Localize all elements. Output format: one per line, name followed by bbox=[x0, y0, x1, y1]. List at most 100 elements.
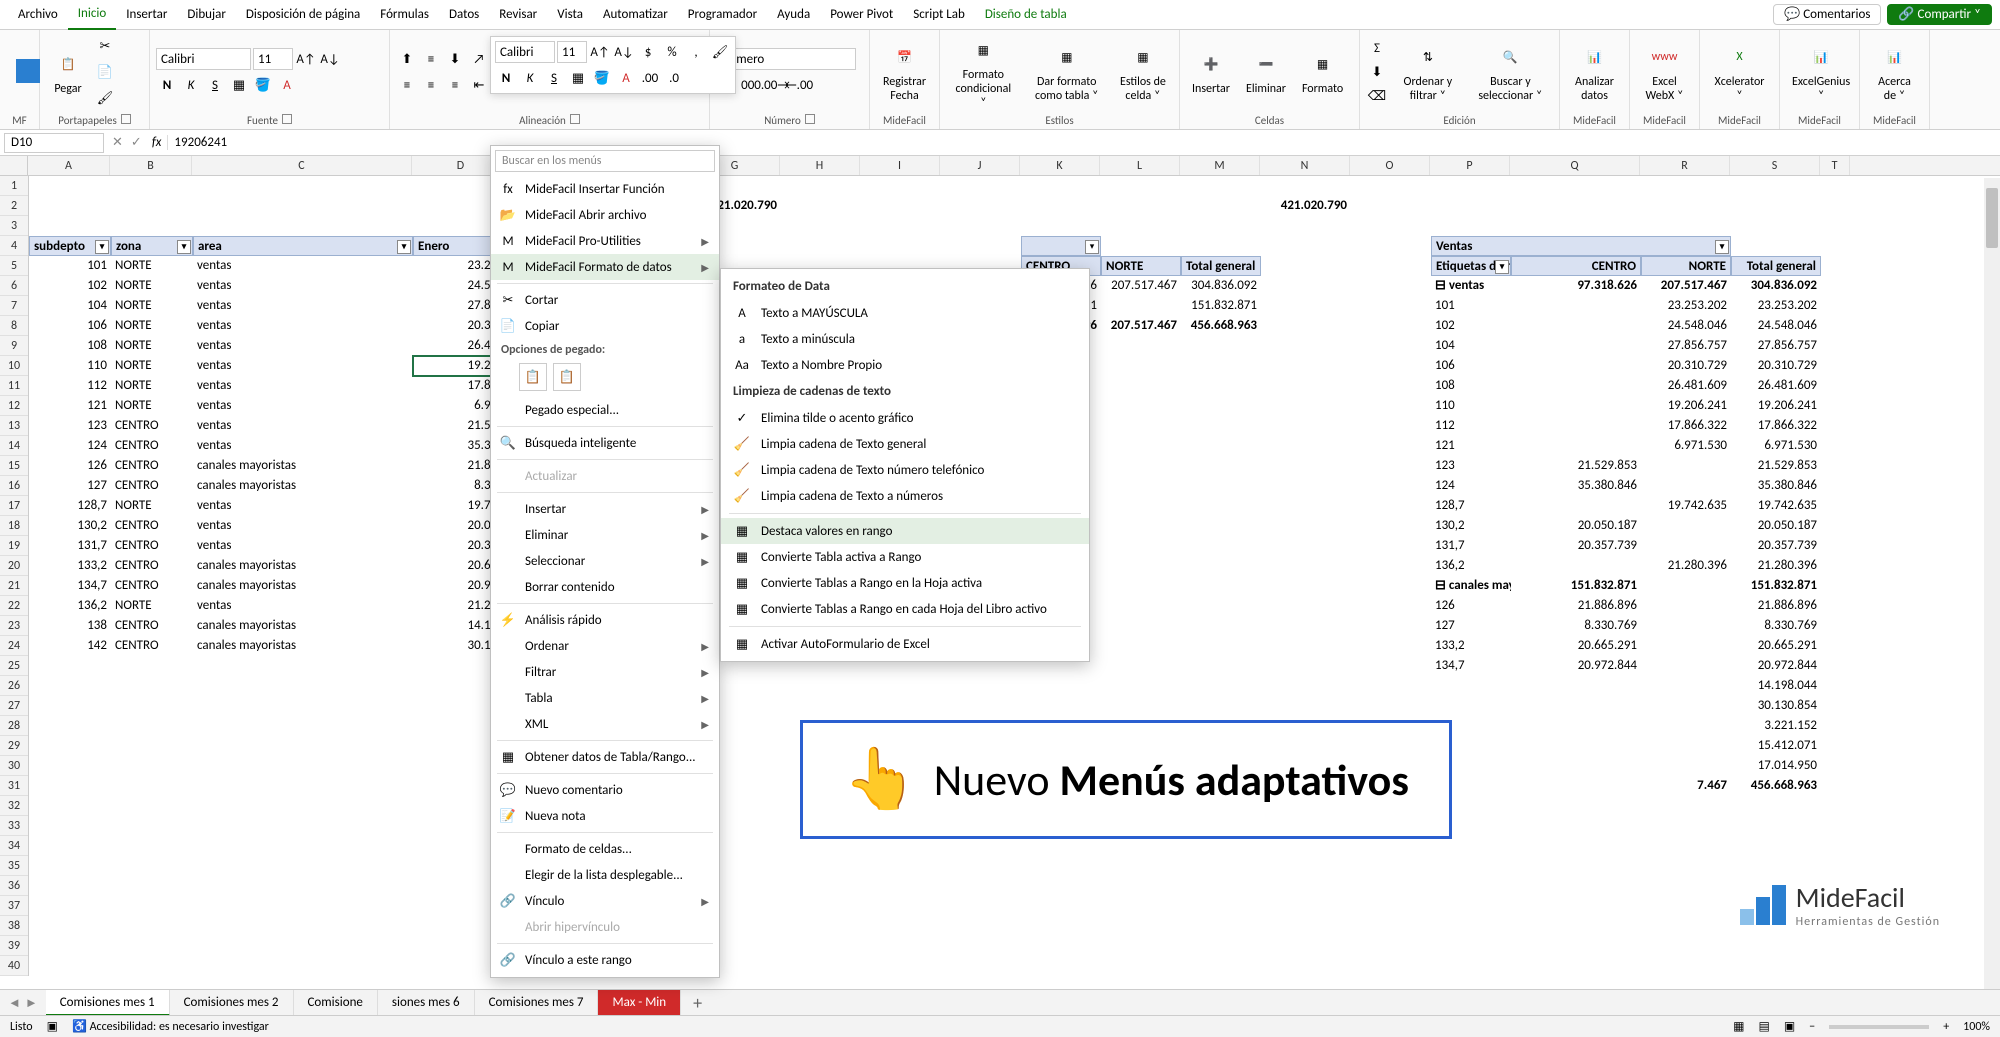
menu-item[interactable]: 🔗Vínculo a este rango bbox=[491, 947, 719, 973]
cell-Q15[interactable]: 21.529.853 bbox=[1511, 456, 1641, 476]
cell-M7[interactable]: 151.832.871 bbox=[1181, 296, 1261, 316]
delete-button[interactable]: ➖Eliminar bbox=[1240, 48, 1292, 96]
filter-arrow-icon[interactable]: ▾ bbox=[177, 240, 191, 254]
analyze-data-button[interactable]: 📊Analizar datos bbox=[1566, 41, 1623, 103]
row-header-23[interactable]: 23 bbox=[0, 616, 28, 636]
submenu-item[interactable]: aTexto a minúscula bbox=[721, 326, 1089, 352]
sheet-tab[interactable]: Comisiones mes 7 bbox=[475, 990, 599, 1016]
cell-S15[interactable]: 21.529.853 bbox=[1731, 456, 1821, 476]
cell-P8[interactable]: 102 bbox=[1431, 316, 1511, 336]
menu-dibujar[interactable]: Dibujar bbox=[177, 0, 236, 30]
align-top-button[interactable]: ⬆ bbox=[396, 48, 418, 70]
cell-Q23[interactable]: 8.330.769 bbox=[1511, 616, 1641, 636]
cell-R20[interactable]: 21.280.396 bbox=[1641, 556, 1731, 576]
cell-C6[interactable]: ventas bbox=[193, 276, 413, 296]
cell-R5[interactable]: NORTE bbox=[1641, 256, 1731, 276]
mini-size-combo[interactable]: 11 bbox=[557, 41, 587, 63]
share-button[interactable]: 🔗 Compartir ˅ bbox=[1887, 4, 1992, 25]
cell-P4[interactable]: Ventas▾ bbox=[1431, 236, 1731, 256]
menu-item[interactable]: 💬Nuevo comentario bbox=[491, 777, 719, 803]
mini-dec-decimal-button[interactable]: .0 bbox=[663, 67, 685, 89]
sort-filter-button[interactable]: ⇅Ordenar y filtrar ˅ bbox=[1392, 41, 1464, 103]
row-header-9[interactable]: 9 bbox=[0, 336, 28, 356]
cell-R8[interactable]: 24.548.046 bbox=[1641, 316, 1731, 336]
fill-button[interactable]: ⬇ bbox=[1366, 61, 1388, 83]
col-header-J[interactable]: J bbox=[940, 156, 1020, 175]
cell-B10[interactable]: NORTE bbox=[111, 356, 193, 376]
cell-C20[interactable]: canales mayoristas bbox=[193, 556, 413, 576]
cell-R6[interactable]: 207.517.467 bbox=[1641, 276, 1731, 296]
menu-item[interactable]: 📄Copiar bbox=[491, 313, 719, 339]
menu-item[interactable]: Elegir de la lista desplegable... bbox=[491, 862, 719, 888]
menu-item[interactable]: Eliminar▶ bbox=[491, 522, 719, 548]
cell-B7[interactable]: NORTE bbox=[111, 296, 193, 316]
cell-P17[interactable]: 128,7 bbox=[1431, 496, 1511, 516]
cell-P12[interactable]: 110 bbox=[1431, 396, 1511, 416]
cell-P14[interactable]: 121 bbox=[1431, 436, 1511, 456]
cell-B4[interactable]: zona▾ bbox=[111, 236, 193, 256]
xcelerator-button[interactable]: XXcelerator ˅ bbox=[1706, 41, 1773, 103]
menu-item[interactable]: 🔗Vínculo▶ bbox=[491, 888, 719, 914]
cell-S18[interactable]: 20.050.187 bbox=[1731, 516, 1821, 536]
row-header-4[interactable]: 4 bbox=[0, 236, 28, 256]
cell-C4[interactable]: area▾ bbox=[193, 236, 413, 256]
row-header-5[interactable]: 5 bbox=[0, 256, 28, 276]
cell-B11[interactable]: NORTE bbox=[111, 376, 193, 396]
row-header-16[interactable]: 16 bbox=[0, 476, 28, 496]
row-header-12[interactable]: 12 bbox=[0, 396, 28, 416]
about-button[interactable]: 📊Acerca de ˅ bbox=[1866, 41, 1923, 103]
zoom-in-button[interactable]: + bbox=[1943, 1020, 1949, 1034]
menu-item[interactable]: Filtrar▶ bbox=[491, 659, 719, 685]
cell-A12[interactable]: 121 bbox=[29, 396, 111, 416]
row-header-29[interactable]: 29 bbox=[0, 736, 28, 756]
zoom-out-button[interactable]: − bbox=[1809, 1020, 1815, 1034]
submenu-item[interactable]: ATexto a MAYÚSCULA bbox=[721, 300, 1089, 326]
tab-nav-prev[interactable]: ◄ bbox=[8, 995, 21, 1011]
cut-button[interactable]: ✂ bbox=[94, 35, 116, 57]
sheet-tab[interactable]: Comisiones mes 1 bbox=[46, 990, 170, 1016]
col-header-S[interactable]: S bbox=[1730, 156, 1820, 175]
menu-ayuda[interactable]: Ayuda bbox=[767, 0, 820, 30]
cell-A11[interactable]: 112 bbox=[29, 376, 111, 396]
col-header-A[interactable]: A bbox=[28, 156, 110, 175]
cell-S11[interactable]: 26.481.609 bbox=[1731, 376, 1821, 396]
col-header-K[interactable]: K bbox=[1020, 156, 1100, 175]
row-header-30[interactable]: 30 bbox=[0, 756, 28, 776]
col-header-H[interactable]: H bbox=[780, 156, 860, 175]
comments-button[interactable]: 💬 Comentarios bbox=[1773, 4, 1881, 25]
submenu-item[interactable]: ▦Convierte Tablas a Rango en la Hoja act… bbox=[721, 570, 1089, 596]
cell-P23[interactable]: 127 bbox=[1431, 616, 1511, 636]
cell-R11[interactable]: 26.481.609 bbox=[1641, 376, 1731, 396]
mini-inc-font-button[interactable]: A↑ bbox=[589, 41, 611, 63]
cell-P20[interactable]: 136,2 bbox=[1431, 556, 1511, 576]
dialog-launcher-icon[interactable] bbox=[121, 114, 131, 124]
cell-C21[interactable]: canales mayoristas bbox=[193, 576, 413, 596]
cell-S6[interactable]: 304.836.092 bbox=[1731, 276, 1821, 296]
cell-A10[interactable]: 110 bbox=[29, 356, 111, 376]
cell-C22[interactable]: ventas bbox=[193, 596, 413, 616]
format-as-table-button[interactable]: ▦Dar formato como tabla ˅ bbox=[1025, 41, 1109, 103]
row-header-19[interactable]: 19 bbox=[0, 536, 28, 556]
cell-R17[interactable]: 19.742.635 bbox=[1641, 496, 1731, 516]
cell-A23[interactable]: 138 bbox=[29, 616, 111, 636]
cell-S31[interactable]: 456.668.963 bbox=[1731, 776, 1821, 796]
fx-icon[interactable]: fx bbox=[146, 135, 168, 150]
mini-font-color-button[interactable]: A bbox=[615, 67, 637, 89]
underline-button[interactable]: S bbox=[204, 74, 226, 96]
col-header-B[interactable]: B bbox=[110, 156, 192, 175]
menu-fórmulas[interactable]: Fórmulas bbox=[370, 0, 439, 30]
cell-B9[interactable]: NORTE bbox=[111, 336, 193, 356]
row-header-24[interactable]: 24 bbox=[0, 636, 28, 656]
cell-Q5[interactable]: CENTRO bbox=[1511, 256, 1641, 276]
row-header-20[interactable]: 20 bbox=[0, 556, 28, 576]
menu-disposición-de-página[interactable]: Disposición de página bbox=[236, 0, 370, 30]
cell-R13[interactable]: 17.866.322 bbox=[1641, 416, 1731, 436]
col-header-I[interactable]: I bbox=[860, 156, 940, 175]
col-header-C[interactable]: C bbox=[192, 156, 412, 175]
menu-revisar[interactable]: Revisar bbox=[489, 0, 547, 30]
row-header-1[interactable]: 1 bbox=[0, 176, 28, 196]
submenu-item[interactable]: ▦Convierte Tabla activa a Rango bbox=[721, 544, 1089, 570]
menu-archivo[interactable]: Archivo bbox=[8, 0, 68, 30]
mini-percent-button[interactable]: % bbox=[661, 41, 683, 63]
cell-S30[interactable]: 17.014.950 bbox=[1731, 756, 1821, 776]
